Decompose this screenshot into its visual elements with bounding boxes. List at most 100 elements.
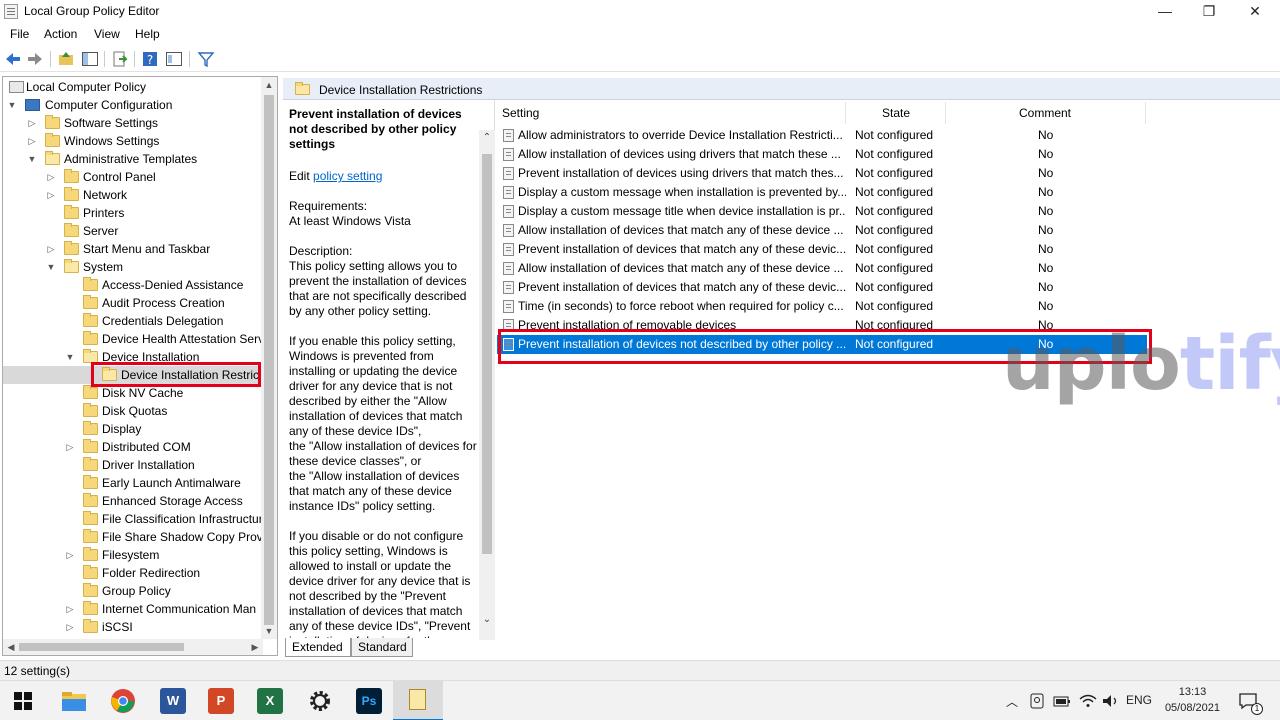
table-row[interactable]: Allow administrators to override Device … bbox=[497, 126, 1147, 145]
column-header-setting[interactable]: Setting bbox=[502, 106, 539, 120]
help-icon[interactable]: ? bbox=[141, 50, 159, 68]
tree-item-device-installation-restrictions[interactable]: Device Installation Restric bbox=[3, 366, 261, 384]
tree-item-windows-settings[interactable]: ▷ Windows Settings bbox=[3, 132, 261, 150]
back-arrow-icon[interactable] bbox=[4, 50, 22, 68]
chevron-down-icon[interactable]: ▼ bbox=[46, 258, 56, 276]
photoshop-icon[interactable]: Ps bbox=[356, 688, 382, 714]
description-scrollbar[interactable]: ⌃ ⌄ bbox=[479, 130, 495, 640]
chevron-right-icon[interactable]: ▷ bbox=[65, 600, 75, 618]
tree-item-start-menu-taskbar[interactable]: ▷ Start Menu and Taskbar bbox=[3, 240, 261, 258]
table-row[interactable]: Prevent installation of devices that mat… bbox=[497, 278, 1147, 297]
tree-item-disk-nv-cache[interactable]: Disk NV Cache bbox=[3, 384, 261, 402]
scroll-down-icon[interactable]: ▼ bbox=[261, 623, 277, 639]
powerpoint-icon[interactable]: P bbox=[208, 688, 234, 714]
tree-item-group-policy[interactable]: Group Policy bbox=[3, 582, 261, 600]
tree-item-access-denied-assistance[interactable]: Access-Denied Assistance bbox=[3, 276, 261, 294]
chevron-up-icon[interactable]: ︿ bbox=[1006, 693, 1018, 710]
table-row[interactable]: Prevent installation of devices using dr… bbox=[497, 164, 1147, 183]
word-icon[interactable]: W bbox=[160, 688, 186, 714]
chevron-right-icon[interactable]: ▷ bbox=[46, 240, 56, 258]
chrome-icon[interactable] bbox=[110, 688, 136, 714]
chevron-right-icon[interactable]: ▷ bbox=[27, 114, 37, 132]
system-clock[interactable]: 13:13 05/08/2021 bbox=[1165, 684, 1220, 716]
scroll-up-icon[interactable]: ⌃ bbox=[479, 130, 495, 146]
table-row[interactable]: Allow installation of devices that match… bbox=[497, 259, 1147, 278]
minimize-button[interactable]: — bbox=[1142, 0, 1188, 24]
column-divider[interactable] bbox=[845, 102, 846, 124]
menu-action[interactable]: Action bbox=[44, 27, 77, 41]
tab-standard[interactable]: Standard bbox=[351, 638, 413, 657]
tree-item-audit-process-creation[interactable]: Audit Process Creation bbox=[3, 294, 261, 312]
tree-item-filesystem[interactable]: ▷ Filesystem bbox=[3, 546, 261, 564]
table-row[interactable]: Allow installation of devices using driv… bbox=[497, 145, 1147, 164]
table-row[interactable]: Prevent installation of devices that mat… bbox=[497, 240, 1147, 259]
wifi-icon[interactable] bbox=[1079, 694, 1097, 708]
scrollbar-thumb[interactable] bbox=[264, 95, 274, 625]
edit-policy-setting-link[interactable]: policy setting bbox=[313, 169, 382, 183]
scroll-up-icon[interactable]: ▲ bbox=[261, 77, 277, 93]
tree-item-computer-configuration[interactable]: ▼ Computer Configuration bbox=[3, 96, 261, 114]
tree-item-file-share-shadow-copy[interactable]: File Share Shadow Copy Provi bbox=[3, 528, 261, 546]
tree-item-driver-installation[interactable]: Driver Installation bbox=[3, 456, 261, 474]
chevron-right-icon[interactable]: ▷ bbox=[46, 168, 56, 186]
tree-item-internet-communication[interactable]: ▷ Internet Communication Man bbox=[3, 600, 261, 618]
maximize-button[interactable]: ❐ bbox=[1186, 0, 1232, 24]
up-folder-icon[interactable] bbox=[57, 50, 75, 68]
language-indicator[interactable]: ENG bbox=[1126, 693, 1152, 707]
tab-extended[interactable]: Extended bbox=[285, 638, 351, 657]
tree-item-software-settings[interactable]: ▷ Software Settings bbox=[3, 114, 261, 132]
chevron-right-icon[interactable]: ▷ bbox=[65, 546, 75, 564]
tree-item-printers[interactable]: Printers bbox=[3, 204, 261, 222]
webcam-icon[interactable] bbox=[1030, 693, 1044, 709]
tree-horizontal-scrollbar[interactable]: ◀ ▶ bbox=[3, 639, 263, 655]
settings-gear-icon[interactable] bbox=[308, 689, 332, 713]
menu-view[interactable]: View bbox=[94, 27, 120, 41]
chevron-right-icon[interactable]: ▷ bbox=[65, 438, 75, 456]
chevron-down-icon[interactable]: ▼ bbox=[27, 150, 37, 168]
gpedit-taskbar-button[interactable] bbox=[393, 681, 443, 720]
table-row[interactable]: Display a custom message title when devi… bbox=[497, 202, 1147, 221]
battery-charging-icon[interactable] bbox=[1053, 694, 1071, 708]
table-row[interactable]: Time (in seconds) to force reboot when r… bbox=[497, 297, 1147, 316]
menu-help[interactable]: Help bbox=[135, 27, 160, 41]
volume-icon[interactable] bbox=[1102, 694, 1120, 708]
tree-item-display[interactable]: Display bbox=[3, 420, 261, 438]
scroll-down-icon[interactable]: ⌄ bbox=[479, 612, 495, 628]
tree-item-disk-quotas[interactable]: Disk Quotas bbox=[3, 402, 261, 420]
scroll-right-icon[interactable]: ▶ bbox=[247, 639, 263, 655]
tree-item-local-computer-policy[interactable]: Local Computer Policy bbox=[3, 78, 261, 96]
properties-icon[interactable] bbox=[165, 50, 183, 68]
tree-item-network[interactable]: ▷ Network bbox=[3, 186, 261, 204]
show-hide-tree-icon[interactable] bbox=[81, 50, 99, 68]
export-list-icon[interactable] bbox=[111, 50, 129, 68]
menu-file[interactable]: File bbox=[10, 27, 29, 41]
column-divider[interactable] bbox=[945, 102, 946, 124]
tree-item-credentials-delegation[interactable]: Credentials Delegation bbox=[3, 312, 261, 330]
table-row[interactable]: Allow installation of devices that match… bbox=[497, 221, 1147, 240]
tree-item-early-launch-antimalware[interactable]: Early Launch Antimalware bbox=[3, 474, 261, 492]
table-row[interactable]: Display a custom message when installati… bbox=[497, 183, 1147, 202]
column-divider[interactable] bbox=[1145, 102, 1146, 124]
tree-item-enhanced-storage-access[interactable]: Enhanced Storage Access bbox=[3, 492, 261, 510]
tree-item-control-panel[interactable]: ▷ Control Panel bbox=[3, 168, 261, 186]
forward-arrow-icon[interactable] bbox=[26, 50, 44, 68]
windows-start-icon[interactable] bbox=[14, 692, 32, 710]
tree-item-iscsi[interactable]: ▷ iSCSI bbox=[3, 618, 261, 636]
tree-item-file-classification[interactable]: File Classification Infrastructur bbox=[3, 510, 261, 528]
tree-item-administrative-templates[interactable]: ▼ Administrative Templates bbox=[3, 150, 261, 168]
tree-item-device-health-attestation[interactable]: Device Health Attestation Serv bbox=[3, 330, 261, 348]
chevron-right-icon[interactable]: ▷ bbox=[27, 132, 37, 150]
scrollbar-thumb[interactable] bbox=[19, 643, 184, 651]
scroll-left-icon[interactable]: ◀ bbox=[3, 639, 19, 655]
chevron-down-icon[interactable]: ▼ bbox=[7, 96, 17, 114]
filter-icon[interactable] bbox=[197, 50, 215, 68]
tree-item-server[interactable]: Server bbox=[3, 222, 261, 240]
file-explorer-icon[interactable] bbox=[61, 690, 87, 712]
tree-item-system[interactable]: ▼ System bbox=[3, 258, 261, 276]
column-header-state[interactable]: State bbox=[882, 106, 910, 120]
tree-item-device-installation[interactable]: ▼ Device Installation bbox=[3, 348, 261, 366]
tree-item-distributed-com[interactable]: ▷ Distributed COM bbox=[3, 438, 261, 456]
chevron-right-icon[interactable]: ▷ bbox=[46, 186, 56, 204]
close-button[interactable]: ✕ bbox=[1232, 0, 1278, 24]
tree-item-folder-redirection[interactable]: Folder Redirection bbox=[3, 564, 261, 582]
